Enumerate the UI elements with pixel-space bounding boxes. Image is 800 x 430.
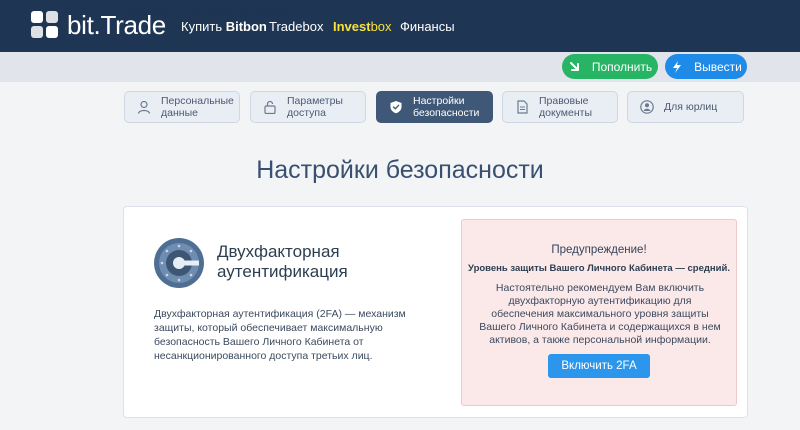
tab-for-companies-label: Для юрлиц xyxy=(664,101,718,113)
withdraw-button[interactable]: Вывести xyxy=(665,54,747,79)
logo-mark-icon xyxy=(31,11,59,39)
document-icon xyxy=(517,100,528,114)
nav-investbox[interactable]: Invest box xyxy=(333,0,392,52)
tab-access-parameters-line2: доступа xyxy=(287,107,326,119)
nav-buy-bitbon-prefix: Купить xyxy=(181,18,226,34)
balance-label: Ваш Основной баланс: xyxy=(124,8,251,20)
nav-finances[interactable]: Финансы xyxy=(400,0,455,52)
nav-finances-label: Финансы xyxy=(400,18,455,34)
warning-title: Предупреждение! xyxy=(551,244,647,256)
tab-security-settings-line2: безопасности xyxy=(413,107,480,119)
tab-legal-documents[interactable]: Правовые документы xyxy=(502,91,618,123)
twofa-title-line2: аутентификация xyxy=(217,262,348,281)
tab-legal-documents-line2: документы xyxy=(539,107,593,119)
warning-box: Предупреждение! Уровень защиты Вашего Ли… xyxy=(461,219,737,406)
nav-investbox-accent: Invest xyxy=(333,18,371,34)
authenticator-icon xyxy=(154,238,204,288)
shield-check-icon xyxy=(390,101,402,114)
tab-legal-documents-line1: Правовые xyxy=(539,95,589,107)
warning-level: Уровень защиты Вашего Личного Кабинета —… xyxy=(468,263,730,274)
tab-personal-data-line2: данные xyxy=(161,107,198,119)
lock-icon xyxy=(264,100,276,114)
warning-text: Настоятельно рекомендуем Вам включить дв… xyxy=(479,282,721,346)
lightning-icon xyxy=(673,60,682,73)
nav-buy-bitbon-suffix: Bitbon xyxy=(225,18,267,34)
tab-personal-data[interactable]: Персональные данные xyxy=(124,91,240,123)
deposit-button[interactable]: Пополнить xyxy=(562,54,658,79)
enable-2fa-button[interactable]: Включить 2FA xyxy=(548,354,650,378)
company-icon xyxy=(640,100,654,114)
tab-access-parameters-line1: Параметры xyxy=(287,95,343,107)
tab-security-settings[interactable]: Настройки безопасности xyxy=(376,91,493,123)
arrow-down-circle-icon xyxy=(569,61,579,71)
twofa-title-line1: Двухфакторная xyxy=(217,242,340,261)
nav-tradebox-label: Tradebox xyxy=(269,18,324,34)
twofa-description: Двухфакторная аутентификация (2FA) — мех… xyxy=(154,308,406,362)
tab-security-settings-line1: Настройки xyxy=(413,95,465,107)
nav-investbox-suffix: box xyxy=(370,18,392,34)
withdraw-label: Вывести xyxy=(694,59,742,74)
tab-for-companies[interactable]: Для юрлиц xyxy=(627,91,744,123)
balance-value: ₿ 0,00 xyxy=(253,8,287,20)
person-icon xyxy=(137,100,151,114)
twofa-title: Двухфакторная аутентификация xyxy=(217,242,348,282)
deposit-label: Пополнить xyxy=(591,59,653,74)
balance-display: Ваш Основной баланс: ₿ 0,00 xyxy=(124,8,286,20)
tab-access-parameters[interactable]: Параметры доступа xyxy=(250,91,366,123)
page-title: Настройки безопасности xyxy=(256,156,544,184)
tab-personal-data-line1: Персональные xyxy=(161,95,234,107)
